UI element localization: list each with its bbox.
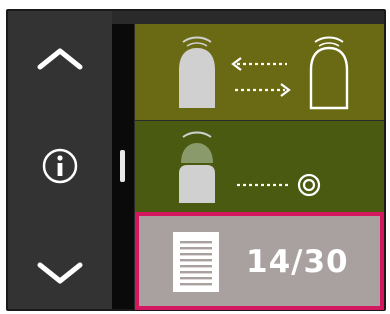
tip-to-target-panel[interactable] [135, 121, 384, 213]
chevron-down-icon [37, 262, 83, 284]
info-icon [42, 148, 78, 184]
tip-to-target-icon [179, 131, 321, 203]
swap-tip-panel[interactable] [135, 24, 384, 120]
chevron-up-icon [37, 48, 83, 70]
scroll-up-button[interactable] [8, 24, 112, 94]
page-counter: 14/30 [246, 244, 349, 280]
scrollbar-thumb[interactable] [120, 150, 125, 182]
document-icon [173, 232, 219, 292]
device-screen: 14/30 [0, 0, 390, 314]
tip-swap-icon [179, 36, 349, 110]
info-button[interactable] [8, 126, 112, 206]
scroll-down-button[interactable] [8, 238, 112, 308]
